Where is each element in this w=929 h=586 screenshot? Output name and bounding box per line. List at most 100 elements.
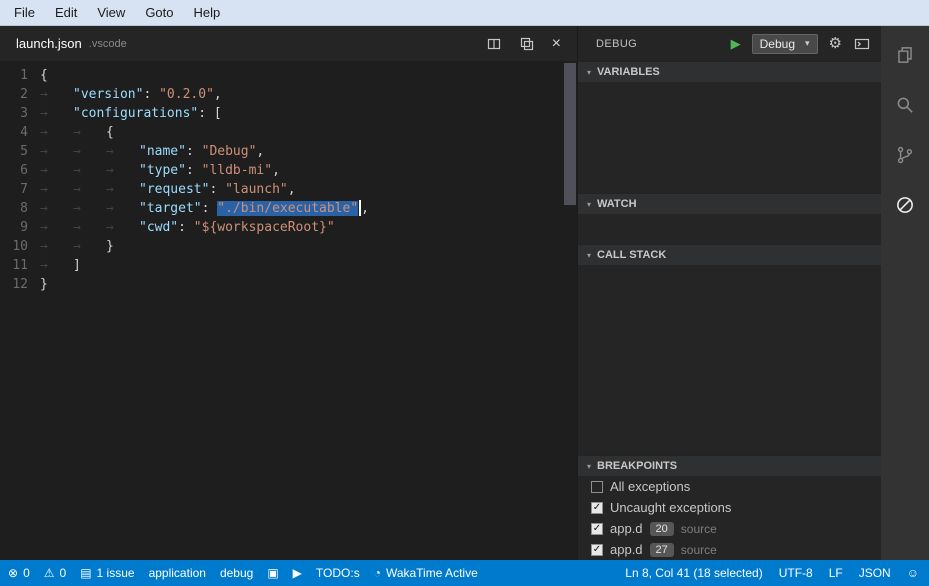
tab-whitespace-icon: → xyxy=(106,218,139,237)
tab-whitespace-icon: → xyxy=(40,256,73,275)
code-token: "type" xyxy=(139,163,186,178)
status-text: 0 xyxy=(23,566,30,580)
line-content: →→} xyxy=(40,237,577,256)
status-run-task[interactable]: ▶ xyxy=(293,567,302,579)
section-header-call-stack[interactable]: ▾CALL STACK xyxy=(578,244,881,265)
code-line[interactable]: 8→→→"target": "./bin/executable", xyxy=(0,199,577,218)
open-preview-icon[interactable] xyxy=(519,36,535,52)
search-icon[interactable] xyxy=(881,80,929,130)
code-editor[interactable]: 1{2→"version": "0.2.0",3→"configurations… xyxy=(0,61,577,560)
status-text: 0 xyxy=(60,566,67,580)
section-body-breakpoints: All exceptions✓Uncaught exceptions✓app.d… xyxy=(578,476,881,560)
status-cursor-position[interactable]: Ln 8, Col 41 (18 selected) xyxy=(625,566,762,580)
code-line[interactable]: 12} xyxy=(0,275,577,294)
code-lines: 1{2→"version": "0.2.0",3→"configurations… xyxy=(0,66,577,294)
status-task-application[interactable]: application xyxy=(149,566,206,580)
breakpoint-checkbox[interactable]: ✓ xyxy=(591,544,603,556)
editor-scrollbar xyxy=(563,61,577,560)
status-text: debug xyxy=(220,566,253,580)
breakpoint-checkbox[interactable]: ✓ xyxy=(591,523,603,535)
start-debug-icon[interactable]: ▶ xyxy=(731,37,741,50)
status-error-count[interactable]: ⊗0 xyxy=(8,566,30,580)
section-header-variables[interactable]: ▾VARIABLES xyxy=(578,61,881,82)
code-token: "cwd" xyxy=(139,220,178,235)
code-line[interactable]: 1{ xyxy=(0,66,577,85)
tab-whitespace-icon: → xyxy=(106,180,139,199)
code-line[interactable]: 4→→{ xyxy=(0,123,577,142)
chevron-down-icon: ▾ xyxy=(805,38,810,49)
line-content: →→→"target": "./bin/executable", xyxy=(40,199,577,218)
code-line[interactable]: 11→] xyxy=(0,256,577,275)
status-warning-count[interactable]: ⚠0 xyxy=(44,566,66,580)
close-icon[interactable]: × xyxy=(552,36,561,52)
section-title: CALL STACK xyxy=(597,249,666,261)
code-token: "target" xyxy=(139,201,202,216)
editor-group: launch.json .vscode × xyxy=(0,26,577,560)
menu-item-goto[interactable]: Goto xyxy=(135,0,183,25)
section-header-watch[interactable]: ▾WATCH xyxy=(578,193,881,214)
status-todos[interactable]: TODO:s xyxy=(316,566,360,580)
menu-item-edit[interactable]: Edit xyxy=(45,0,87,25)
code-line[interactable]: 2→"version": "0.2.0", xyxy=(0,85,577,104)
section-body-watch xyxy=(578,214,881,244)
breakpoint-item[interactable]: ✓app.d27source xyxy=(578,539,881,560)
section-body-variables xyxy=(578,82,881,193)
status-language-mode[interactable]: JSON xyxy=(859,566,891,580)
breakpoint-checkbox[interactable]: ✓ xyxy=(591,502,603,514)
status-text: LF xyxy=(829,566,843,580)
line-content: →→→"type": "lldb-mi", xyxy=(40,161,577,180)
menu-item-help[interactable]: Help xyxy=(184,0,231,25)
smiley-icon: ☺ xyxy=(907,567,919,579)
status-wakatime[interactable]: ◔WakaTime Active xyxy=(374,566,478,580)
breakpoint-label: app.d xyxy=(610,542,643,557)
clock-icon: ◔ xyxy=(374,567,381,579)
line-content: →] xyxy=(40,256,577,275)
split-editor-icon[interactable] xyxy=(486,36,502,52)
play-icon: ▶ xyxy=(293,567,302,579)
tab-launch-json[interactable]: launch.json .vscode xyxy=(0,26,143,61)
breakpoint-item[interactable]: ✓app.d20source xyxy=(578,518,881,539)
code-line[interactable]: 7→→→"request": "launch", xyxy=(0,180,577,199)
code-token: , xyxy=(272,163,280,178)
gear-icon[interactable]: ⚙ xyxy=(829,36,842,51)
code-line[interactable]: 3→"configurations": [ xyxy=(0,104,577,123)
tab-whitespace-icon: → xyxy=(40,199,73,218)
source-control-icon[interactable] xyxy=(881,130,929,180)
scrollbar-thumb[interactable] xyxy=(564,63,576,205)
tab-whitespace-icon: → xyxy=(73,237,106,256)
debug-config-dropdown[interactable]: Debug ▾ xyxy=(752,34,818,54)
section-header-breakpoints[interactable]: ▾BREAKPOINTS xyxy=(578,455,881,476)
status-text: JSON xyxy=(859,566,891,580)
status-feedback[interactable]: ☺ xyxy=(907,567,919,579)
breakpoint-item[interactable]: All exceptions xyxy=(578,476,881,497)
status-encoding[interactable]: UTF-8 xyxy=(779,566,813,580)
status-text: Ln 8, Col 41 (18 selected) xyxy=(625,566,762,580)
tab-whitespace-icon: → xyxy=(40,123,73,142)
breakpoint-label: All exceptions xyxy=(610,479,690,494)
breakpoint-checkbox[interactable] xyxy=(591,481,603,493)
tab-whitespace-icon: → xyxy=(40,180,73,199)
debug-console-icon[interactable] xyxy=(853,36,871,52)
section-title: VARIABLES xyxy=(597,66,660,78)
debug-icon[interactable] xyxy=(881,180,929,230)
status-text: TODO:s xyxy=(316,566,360,580)
status-file-indicator[interactable]: ▣ xyxy=(267,567,278,579)
menu-item-view[interactable]: View xyxy=(87,0,135,25)
tab-whitespace-icon: → xyxy=(73,123,106,142)
status-issues[interactable]: ▤1 issue xyxy=(80,566,134,580)
explorer-icon[interactable] xyxy=(881,30,929,80)
main-area: launch.json .vscode × xyxy=(0,26,929,560)
breakpoint-item[interactable]: ✓Uncaught exceptions xyxy=(578,497,881,518)
status-task-debug[interactable]: debug xyxy=(220,566,253,580)
section-title: WATCH xyxy=(597,198,637,210)
code-line[interactable]: 10→→} xyxy=(0,237,577,256)
debug-sections: ▾VARIABLES ▾WATCH ▾CALL STACK ▾BREAKPOINTS A… xyxy=(578,61,881,560)
code-token: "./bin/executable" xyxy=(217,201,358,216)
menu-item-file[interactable]: File xyxy=(4,0,45,25)
status-eol[interactable]: LF xyxy=(829,566,843,580)
code-line[interactable]: 5→→→"name": "Debug", xyxy=(0,142,577,161)
breakpoint-source: source xyxy=(681,543,717,557)
code-line[interactable]: 6→→→"type": "lldb-mi", xyxy=(0,161,577,180)
code-token: [ xyxy=(214,106,222,121)
code-line[interactable]: 9→→→"cwd": "${workspaceRoot}" xyxy=(0,218,577,237)
